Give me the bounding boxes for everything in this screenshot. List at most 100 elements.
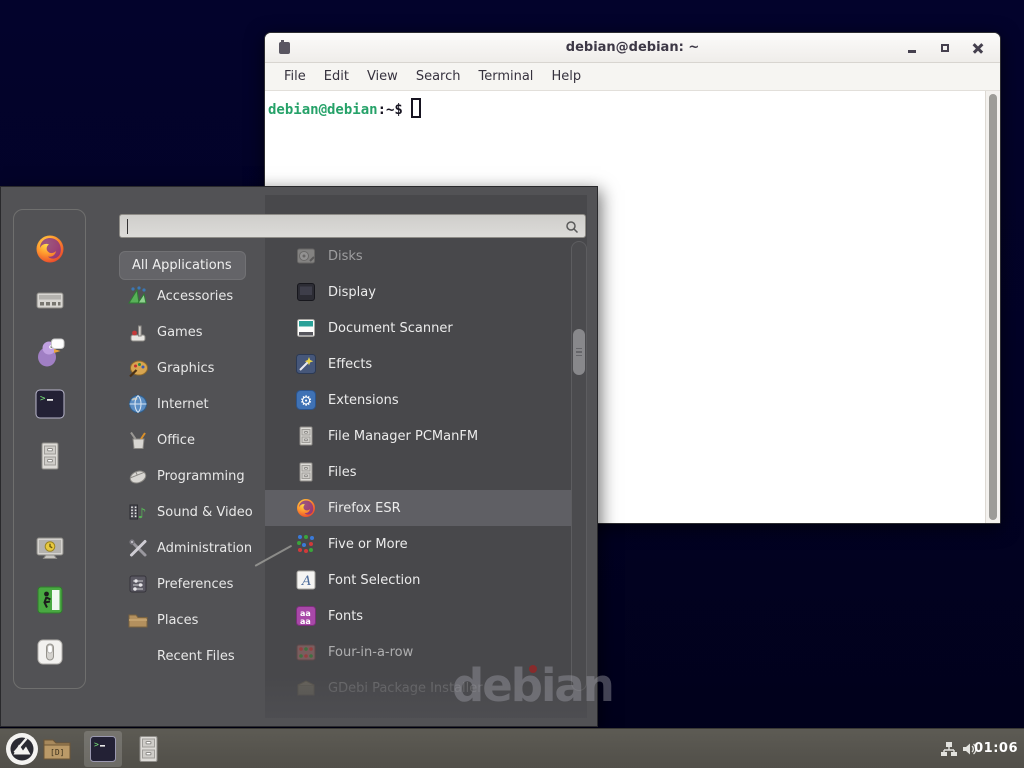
window-controls bbox=[903, 33, 986, 63]
minimize-button[interactable] bbox=[903, 40, 920, 57]
menu-edit[interactable]: Edit bbox=[315, 65, 358, 88]
four-in-a-row-icon bbox=[295, 641, 317, 663]
app-row-pcmanfm[interactable]: File Manager PCManFM bbox=[265, 418, 573, 454]
category-programming[interactable]: Programming bbox=[119, 458, 265, 494]
app-label: File Manager PCManFM bbox=[328, 429, 478, 444]
menu-scrollbar[interactable] bbox=[571, 241, 587, 691]
category-office[interactable]: Office bbox=[119, 422, 265, 458]
all-applications-button[interactable]: All Applications bbox=[119, 251, 246, 280]
administration-icon bbox=[127, 537, 149, 559]
search-input[interactable] bbox=[120, 215, 585, 237]
extensions-icon: ⚙ bbox=[295, 389, 317, 411]
category-label: Accessories bbox=[157, 289, 233, 304]
terminal-cursor bbox=[411, 98, 421, 118]
app-label: Effects bbox=[328, 357, 372, 372]
svg-text:[D]: [D] bbox=[50, 748, 64, 757]
menu-file[interactable]: File bbox=[275, 65, 315, 88]
terminal-menubar: File Edit View Search Terminal Help bbox=[265, 63, 1000, 91]
desktop[interactable]: debian@debian: ~ File Edit View Search T… bbox=[0, 0, 1024, 768]
app-label: Firefox ESR bbox=[328, 501, 401, 516]
app-label: Fonts bbox=[328, 609, 363, 624]
terminal-prompt: debian@debian:~$ bbox=[265, 91, 1000, 118]
file-cabinet-icon bbox=[136, 735, 161, 763]
app-row-files[interactable]: Files bbox=[265, 454, 573, 490]
clock[interactable]: 01:06 bbox=[974, 741, 1018, 756]
terminal-task-button[interactable]: > bbox=[84, 731, 122, 767]
menu-button[interactable] bbox=[5, 732, 39, 766]
app-label: Extensions bbox=[328, 393, 399, 408]
network-icon[interactable] bbox=[940, 741, 958, 757]
text-caret bbox=[127, 219, 128, 234]
display-icon bbox=[295, 281, 317, 303]
close-button[interactable] bbox=[969, 40, 986, 57]
favorite-firefox[interactable] bbox=[34, 233, 66, 265]
programming-icon bbox=[127, 465, 149, 487]
category-label: Graphics bbox=[157, 361, 214, 376]
app-row-document-scanner[interactable]: Document Scanner bbox=[265, 310, 573, 346]
category-graphics[interactable]: Graphics bbox=[119, 350, 265, 386]
terminal-scrollbar[interactable] bbox=[985, 91, 1000, 523]
favorite-logout[interactable] bbox=[34, 584, 66, 616]
category-label: Sound & Video bbox=[157, 505, 253, 520]
app-row-firefox-esr[interactable]: Firefox ESR bbox=[265, 490, 573, 526]
menu-scrollbar-thumb[interactable] bbox=[573, 329, 585, 375]
app-row-effects[interactable]: Effects bbox=[265, 346, 573, 382]
start-logo-icon bbox=[5, 732, 39, 766]
search-icon bbox=[565, 220, 579, 234]
category-internet[interactable]: Internet bbox=[119, 386, 265, 422]
menu-terminal[interactable]: Terminal bbox=[469, 65, 542, 88]
app-row-fonts[interactable]: aaaa Fonts bbox=[265, 598, 573, 634]
all-applications-label: All Applications bbox=[132, 258, 232, 273]
file-manager-launcher[interactable] bbox=[136, 735, 161, 763]
maximize-button[interactable] bbox=[936, 40, 953, 57]
category-sound-video[interactable]: ♪ Sound & Video bbox=[119, 494, 265, 530]
category-preferences[interactable]: Preferences bbox=[119, 566, 265, 602]
app-label: Font Selection bbox=[328, 573, 420, 588]
favorite-keyboard[interactable] bbox=[34, 284, 66, 316]
app-row-five-or-more[interactable]: Five or More bbox=[265, 526, 573, 562]
disks-icon bbox=[295, 245, 317, 267]
category-recent-files[interactable]: Recent Files bbox=[119, 638, 265, 674]
app-label: Five or More bbox=[328, 537, 408, 552]
sound-video-icon: ♪ bbox=[127, 501, 149, 523]
favorite-terminal[interactable]: > bbox=[34, 388, 66, 420]
office-icon bbox=[127, 429, 149, 451]
favorite-power[interactable] bbox=[34, 636, 66, 668]
svg-text:aa: aa bbox=[300, 617, 311, 626]
menu-view[interactable]: View bbox=[358, 65, 407, 88]
search-box[interactable] bbox=[119, 214, 586, 238]
terminal-scrollbar-thumb[interactable] bbox=[989, 94, 997, 520]
app-row-extensions[interactable]: ⚙ Extensions bbox=[265, 382, 573, 418]
favorite-file-manager[interactable] bbox=[34, 440, 66, 472]
category-label: Games bbox=[157, 325, 202, 340]
favorites-column: > bbox=[13, 209, 86, 689]
category-label: Internet bbox=[157, 397, 209, 412]
terminal-icon: > bbox=[89, 735, 117, 763]
menu-help[interactable]: Help bbox=[542, 65, 590, 88]
category-administration[interactable]: Administration bbox=[119, 530, 265, 566]
category-label: Preferences bbox=[157, 577, 233, 592]
category-games[interactable]: Games bbox=[119, 314, 265, 350]
svg-text:>: > bbox=[94, 740, 99, 749]
app-row-disks[interactable]: Disks bbox=[265, 238, 573, 274]
file-cabinet-icon bbox=[295, 461, 317, 483]
category-places[interactable]: Places bbox=[119, 602, 265, 638]
terminal-titlebar[interactable]: debian@debian: ~ bbox=[265, 33, 1000, 63]
svg-text:⚙: ⚙ bbox=[300, 394, 313, 410]
category-label: Administration bbox=[157, 541, 252, 556]
app-label: Disks bbox=[328, 249, 363, 264]
app-row-font-selection[interactable]: A Font Selection bbox=[265, 562, 573, 598]
terminal-title: debian@debian: ~ bbox=[566, 40, 699, 55]
desktop-folder-launcher[interactable]: [D] bbox=[42, 736, 72, 762]
favorite-lock-screen[interactable] bbox=[34, 532, 66, 564]
effects-icon bbox=[295, 353, 317, 375]
category-accessories[interactable]: Accessories bbox=[119, 278, 265, 314]
fonts-icon: aaaa bbox=[295, 605, 317, 627]
app-row-display[interactable]: Display bbox=[265, 274, 573, 310]
category-label: Places bbox=[157, 613, 198, 628]
app-label: Files bbox=[328, 465, 357, 480]
favorite-pidgin[interactable] bbox=[34, 336, 66, 368]
menu-search[interactable]: Search bbox=[407, 65, 470, 88]
five-or-more-icon bbox=[295, 533, 317, 555]
category-label: Office bbox=[157, 433, 195, 448]
